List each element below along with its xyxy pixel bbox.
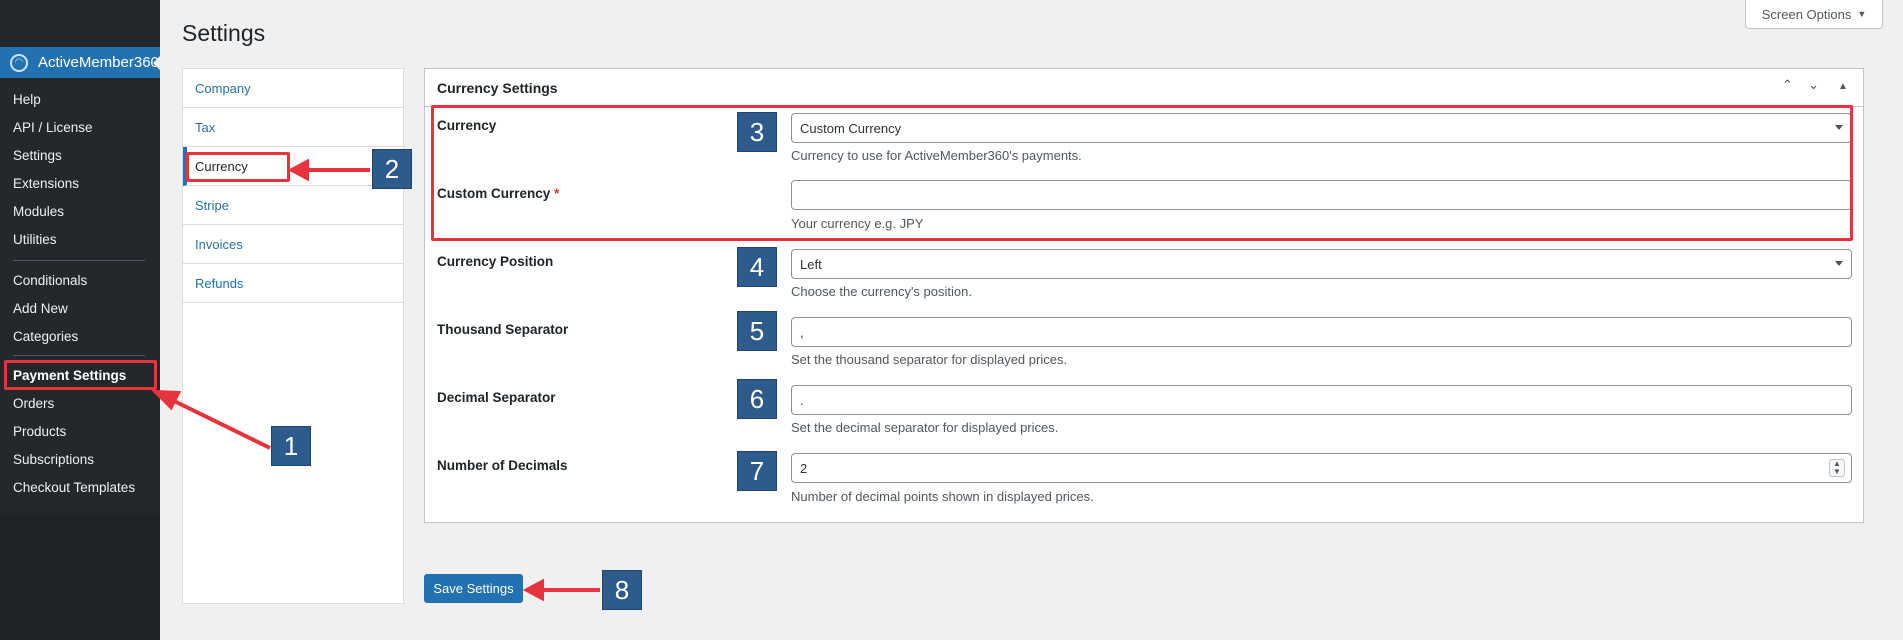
decimal-separator-description: Set the decimal separator for displayed … xyxy=(791,420,1059,435)
sidebar-item-subscriptions[interactable]: Subscriptions xyxy=(13,450,94,470)
sidebar-item-conditionals[interactable]: Conditionals xyxy=(13,271,87,291)
plugin-menu-header[interactable]: ◠ ActiveMember360 xyxy=(0,47,161,78)
currency-position-label: Currency Position xyxy=(437,254,554,269)
menu-separator xyxy=(13,355,145,356)
sidebar-item-modules[interactable]: Modules xyxy=(13,202,64,222)
thousand-separator-input[interactable]: , xyxy=(791,317,1852,347)
highlight-payment-settings xyxy=(4,360,157,390)
step-badge-8: 8 xyxy=(602,570,642,610)
step-badge-3: 3 xyxy=(737,112,777,152)
tab-tax[interactable]: Tax xyxy=(183,108,403,147)
sidebar-item-checkout-templates[interactable]: Checkout Templates xyxy=(13,478,135,498)
decimal-separator-input[interactable]: . xyxy=(791,385,1852,415)
sidebar-item-utilities[interactable]: Utilities xyxy=(13,230,57,250)
collapse-toggle-icon[interactable]: ▲ xyxy=(1838,81,1848,92)
arrow-8-head xyxy=(522,578,544,602)
number-of-decimals-value: 2 xyxy=(800,460,808,476)
menu-separator xyxy=(13,260,145,261)
sidebar-item-api-license[interactable]: API / License xyxy=(13,118,93,138)
decimal-separator-label: Decimal Separator xyxy=(437,390,556,405)
number-of-decimals-input[interactable]: 2 ▲ ▼ xyxy=(791,453,1852,483)
tab-invoices[interactable]: Invoices xyxy=(183,225,403,264)
tab-company[interactable]: Company xyxy=(183,69,403,108)
step-badge-1: 1 xyxy=(271,426,311,466)
move-down-icon[interactable]: ⌄ xyxy=(1808,77,1819,93)
number-of-decimals-description: Number of decimal points shown in displa… xyxy=(791,489,1094,504)
sidebar-item-help[interactable]: Help xyxy=(13,90,41,110)
sidebar-item-settings[interactable]: Settings xyxy=(13,146,62,166)
step-badge-6: 6 xyxy=(737,379,777,419)
save-settings-button[interactable]: Save Settings xyxy=(424,574,523,603)
plugin-name: ActiveMember360 xyxy=(38,54,159,71)
step-badge-5: 5 xyxy=(737,311,777,351)
screen-options-button[interactable]: Screen Options ▼ xyxy=(1745,0,1883,29)
screen-options-label: Screen Options xyxy=(1761,6,1852,22)
sidebar-item-orders[interactable]: Orders xyxy=(13,394,54,414)
postbox-header: Currency Settings ⌃ ⌄ ▲ xyxy=(425,69,1863,107)
number-spinner-icon[interactable]: ▲ ▼ xyxy=(1829,459,1845,477)
sidebar-item-categories[interactable]: Categories xyxy=(13,327,78,347)
sidebar-item-extensions[interactable]: Extensions xyxy=(13,174,79,194)
tab-refunds[interactable]: Refunds xyxy=(183,264,403,303)
currency-position-select[interactable]: Left xyxy=(791,249,1852,279)
postbox-title: Currency Settings xyxy=(437,80,558,96)
sidebar-item-add-new[interactable]: Add New xyxy=(13,299,68,319)
sidebar-item-products[interactable]: Products xyxy=(13,422,66,442)
step-badge-2: 2 xyxy=(372,149,412,189)
tab-stripe[interactable]: Stripe xyxy=(183,186,403,225)
caret-down-icon: ▼ xyxy=(1857,9,1867,19)
highlight-currency-fields xyxy=(431,105,1853,241)
number-of-decimals-label: Number of Decimals xyxy=(437,458,568,473)
currency-position-description: Choose the currency's position. xyxy=(791,284,972,299)
plugin-logo-icon: ◠ xyxy=(10,53,28,72)
page-title: Settings xyxy=(182,20,266,46)
admin-sidebar: ◠ ActiveMember360 Help API / License Set… xyxy=(0,0,161,513)
chevron-down-icon xyxy=(1835,261,1843,266)
thousand-separator-description: Set the thousand separator for displayed… xyxy=(791,352,1068,367)
step-badge-4: 4 xyxy=(737,247,777,287)
settings-tabs: Company Tax Currency Stripe Invoices Ref… xyxy=(182,68,404,604)
step-badge-7: 7 xyxy=(737,451,777,491)
move-up-icon[interactable]: ⌃ xyxy=(1782,77,1793,93)
highlight-currency-tab xyxy=(186,152,290,182)
current-menu-notch xyxy=(153,55,161,71)
currency-position-value: Left xyxy=(800,256,822,272)
thousand-separator-label: Thousand Separator xyxy=(437,322,569,337)
